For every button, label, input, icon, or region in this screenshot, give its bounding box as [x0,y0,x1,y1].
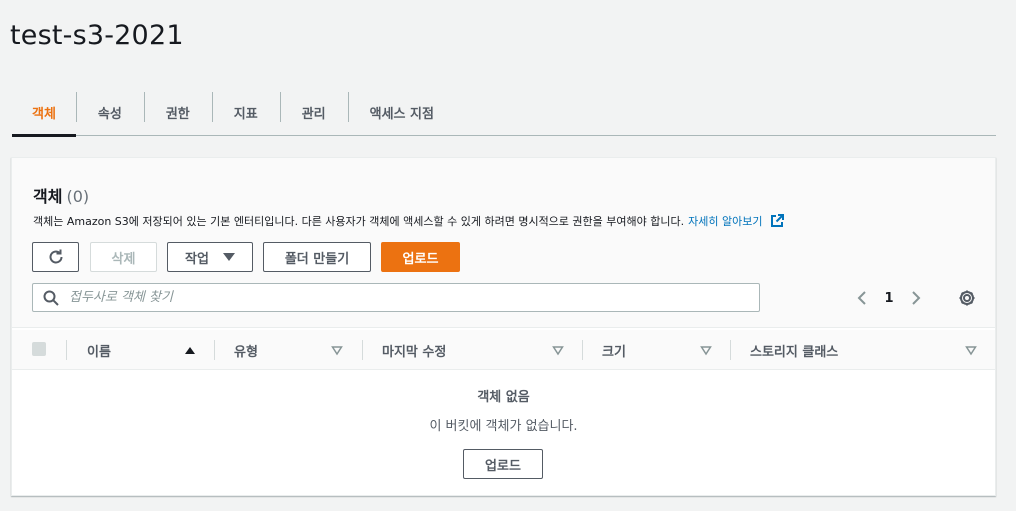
column-divider [730,340,731,360]
column-header-last-modified[interactable]: 마지막 수정 [382,330,446,370]
tab-management[interactable]: 관리 [279,90,348,135]
search-input[interactable] [69,290,759,305]
preferences-button[interactable] [955,286,979,310]
learn-more-link[interactable]: 자세히 알아보기 [688,215,762,228]
search-box[interactable] [32,283,760,312]
tab-access-points[interactable]: 액세스 지점 [347,90,456,135]
tab-label: 객체 [32,107,56,122]
external-link-icon[interactable] [770,214,784,228]
column-header-type[interactable]: 유형 [234,330,258,370]
objects-count: (0) [66,187,90,206]
column-divider [362,340,363,360]
objects-description: 객체는 Amazon S3에 저장되어 있는 기본 엔터티입니다. 다른 사용자… [33,213,784,229]
upload-button[interactable]: 업로드 [381,242,460,272]
objects-panel: 객체 (0) 객체는 Amazon S3에 저장되어 있는 기본 엔터티입니다. … [11,157,996,496]
column-divider [582,340,583,360]
tab-label: 액세스 지점 [369,107,434,122]
tab-label: 지표 [233,107,258,122]
sort-ascending-icon[interactable] [184,344,196,356]
gear-icon [959,290,975,306]
column-header-name[interactable]: 이름 [87,330,111,370]
search-icon [43,290,59,306]
objects-title: 객체 (0) [33,183,89,207]
tab-label: 속성 [97,107,122,122]
tab-permissions[interactable]: 권한 [143,90,212,135]
pagination: 1 [850,286,928,310]
column-label: 크기 [602,344,626,360]
column-label: 스토리지 클래스 [750,344,839,360]
tab-label: 관리 [301,107,326,122]
table-header: 이름 유형 마지막 수정 크기 스토리지 클래스 [12,330,995,370]
objects-description-text: 객체는 Amazon S3에 저장되어 있는 기본 엔터티입니다. 다른 사용자… [33,215,685,228]
chevron-left-icon [857,291,866,305]
tab-label: 권한 [165,107,190,122]
previous-page-button[interactable] [850,286,874,310]
column-label: 마지막 수정 [382,344,447,360]
sort-icon[interactable] [552,344,564,356]
caret-down-icon [222,253,235,261]
page-title: test-s3-2021 [10,20,184,51]
column-label: 이름 [87,344,111,360]
tab-metrics[interactable]: 지표 [211,90,280,135]
tab-properties[interactable]: 속성 [75,90,144,135]
chevron-right-icon [912,291,921,305]
empty-state-upload-button[interactable]: 업로드 [463,449,543,479]
column-header-storage-class[interactable]: 스토리지 클래스 [750,330,838,370]
objects-panel-header: 객체 (0) 객체는 Amazon S3에 저장되어 있는 기본 엔터티입니다. … [12,158,995,328]
refresh-button[interactable] [32,242,79,272]
column-divider [214,340,215,360]
next-page-button[interactable] [904,286,928,310]
sort-icon[interactable] [965,344,977,356]
tab-objects[interactable]: 객체 [12,90,76,137]
tab-bar: 객체 속성 권한 지표 관리 액세스 지점 [12,90,996,137]
empty-state-title: 객체 없음 [477,390,530,405]
create-folder-button[interactable]: 폴더 만들기 [263,242,371,272]
column-divider [66,340,67,360]
delete-button[interactable]: 삭제 [90,242,157,272]
actions-dropdown[interactable]: 작업 [167,242,253,272]
current-page[interactable]: 1 [878,291,900,306]
column-header-size[interactable]: 크기 [602,330,626,370]
empty-state-description: 이 버킷에 객체가 없습니다. [429,419,578,434]
select-all-checkbox[interactable] [32,342,46,356]
refresh-icon [49,249,62,264]
sort-icon[interactable] [331,344,343,356]
objects-title-text: 객체 [33,187,63,206]
actions-label: 작업 [185,251,209,267]
column-label: 유형 [234,344,258,360]
sort-icon[interactable] [700,344,712,356]
